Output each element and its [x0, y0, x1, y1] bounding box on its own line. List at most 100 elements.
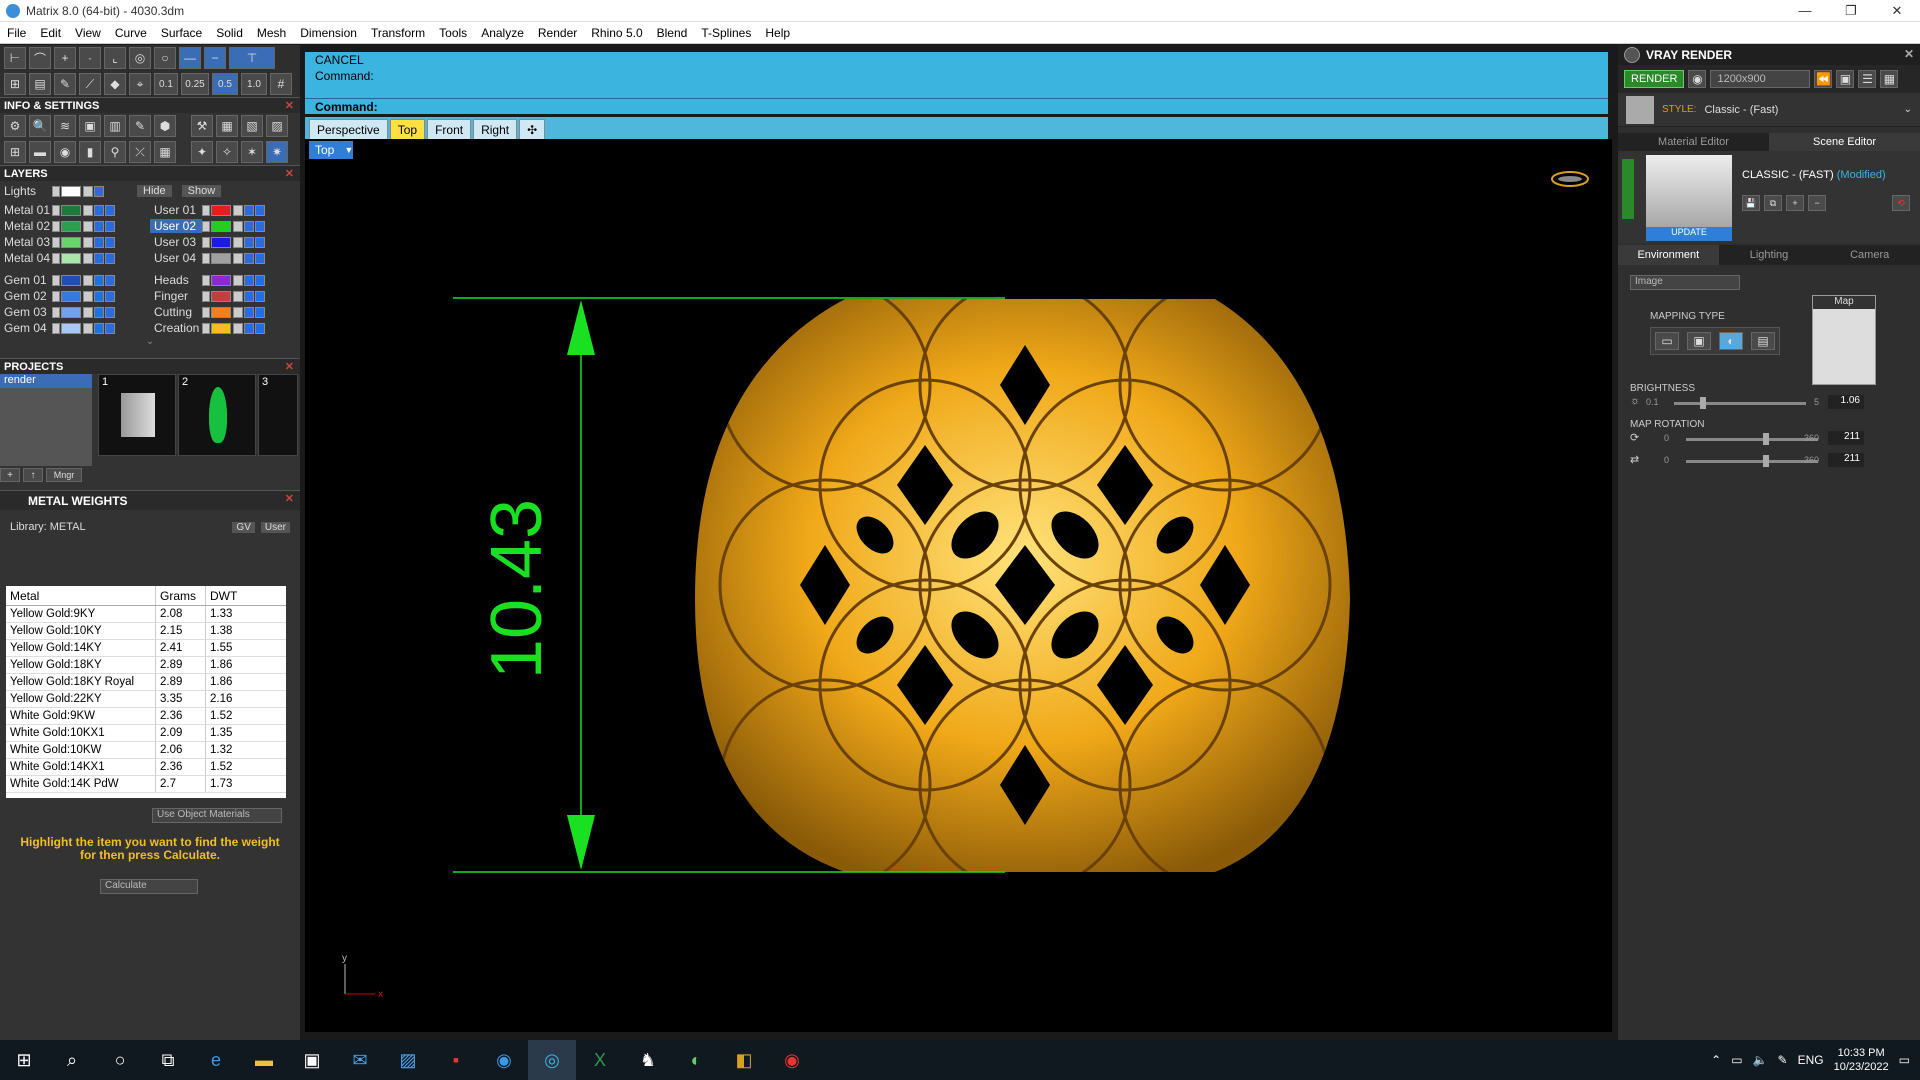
- layer-swatch[interactable]: [61, 204, 81, 216]
- table-row[interactable]: White Gold:10KX1 2.09 1.35: [6, 725, 286, 742]
- select-icon[interactable]: [105, 252, 115, 264]
- add-view-icon[interactable]: ✣: [519, 119, 546, 139]
- window-icon[interactable]: ▦: [1880, 70, 1899, 88]
- layer-swatch[interactable]: [211, 322, 231, 334]
- settings-gear-icon[interactable]: ⚙: [4, 115, 26, 137]
- lock-icon[interactable]: [83, 306, 93, 318]
- viewport-top[interactable]: Top ▼ 10.43 y x: [305, 139, 1612, 1032]
- arrow-icon[interactable]: [202, 236, 210, 248]
- mapping-cube-icon[interactable]: ▣: [1687, 332, 1711, 350]
- table-row[interactable]: Yellow Gold:22KY 3.35 2.16: [6, 691, 286, 708]
- menu-solid[interactable]: Solid: [209, 26, 250, 40]
- menu-tsplines[interactable]: T-Splines: [694, 26, 758, 40]
- chrome-icon[interactable]: ◉: [768, 1040, 816, 1080]
- layer-row[interactable]: Metal 02: [0, 218, 150, 234]
- close-icon[interactable]: ✕: [285, 492, 294, 505]
- resolution-dropdown[interactable]: 1200x900: [1710, 70, 1811, 88]
- layer-swatch[interactable]: [61, 322, 81, 334]
- select-icon[interactable]: [255, 306, 265, 318]
- file-explorer-icon[interactable]: ▬: [240, 1040, 288, 1080]
- expand-arrow-icon[interactable]: [1622, 159, 1634, 219]
- menu-help[interactable]: Help: [758, 26, 797, 40]
- tab-top[interactable]: Top: [389, 119, 426, 139]
- tool-icon-e[interactable]: ✦: [191, 141, 213, 163]
- table-row[interactable]: Yellow Gold:18KY 2.89 1.86: [6, 657, 286, 674]
- planar-icon[interactable]: −: [204, 47, 226, 69]
- lock-icon[interactable]: [233, 252, 243, 264]
- curve-snap-icon[interactable]: ⌒: [29, 47, 51, 69]
- layer-name[interactable]: Gem 04: [0, 321, 52, 335]
- view-cube-icon[interactable]: [1551, 171, 1589, 187]
- matrix-taskbar-icon[interactable]: ◎: [528, 1040, 576, 1080]
- grid-value-4[interactable]: 1.0: [241, 73, 267, 95]
- visibility-icon[interactable]: [94, 220, 104, 232]
- tab-perspective[interactable]: Perspective: [309, 119, 388, 139]
- layer-swatch[interactable]: [61, 252, 81, 264]
- arrow-icon[interactable]: [52, 306, 60, 318]
- visibility-icon[interactable]: [94, 274, 104, 286]
- up-icon[interactable]: ↑: [23, 468, 43, 482]
- select-icon[interactable]: [105, 322, 115, 334]
- table-row[interactable]: Yellow Gold:10KY 2.15 1.38: [6, 623, 286, 640]
- brightness-value[interactable]: 1.06: [1828, 395, 1864, 409]
- visibility-icon[interactable]: [244, 306, 254, 318]
- pin-icon[interactable]: ⌖: [129, 73, 151, 95]
- gem-icon[interactable]: ⬢: [154, 115, 176, 137]
- visibility-icon[interactable]: [244, 204, 254, 216]
- tab-lighting[interactable]: Lighting: [1719, 245, 1820, 265]
- edge-icon[interactable]: e: [192, 1040, 240, 1080]
- select-icon[interactable]: [255, 252, 265, 264]
- arrow-icon[interactable]: [52, 322, 60, 334]
- layer-row[interactable]: User 04: [150, 250, 295, 266]
- volume-icon[interactable]: 🔈: [1753, 1053, 1768, 1067]
- layer-row[interactable]: User 03: [150, 234, 295, 250]
- layer-name[interactable]: User 01: [150, 203, 202, 217]
- arrow-icon[interactable]: [52, 185, 60, 197]
- table-row[interactable]: Yellow Gold:18KY Royal 2.89 1.86: [6, 674, 286, 691]
- layer-row[interactable]: User 02: [150, 218, 295, 234]
- rewind-icon[interactable]: ⏪: [1814, 70, 1833, 88]
- app-green-icon[interactable]: ◐: [672, 1040, 720, 1080]
- list-icon[interactable]: ☰: [1858, 70, 1877, 88]
- app-red-icon[interactable]: ▪: [432, 1040, 480, 1080]
- grid-value-3[interactable]: 0.5: [212, 73, 238, 95]
- lock-icon[interactable]: [83, 185, 93, 197]
- arrow-icon[interactable]: [52, 236, 60, 248]
- lock-icon[interactable]: [233, 290, 243, 302]
- layer-swatch[interactable]: [211, 306, 231, 318]
- zoom-icon[interactable]: 🔍: [29, 115, 51, 137]
- lights-swatch[interactable]: [61, 185, 81, 197]
- ortho-icon[interactable]: —: [179, 47, 201, 69]
- measure-icon[interactable]: ⟋: [79, 73, 101, 95]
- arrow-icon[interactable]: [52, 290, 60, 302]
- visibility-icon[interactable]: [244, 274, 254, 286]
- layer-row[interactable]: Gem 02: [0, 288, 150, 304]
- grid-value-1[interactable]: 0.1: [154, 73, 178, 95]
- tool-icon-g[interactable]: ✶: [241, 141, 263, 163]
- layer-swatch[interactable]: [211, 204, 231, 216]
- select-icon[interactable]: [255, 322, 265, 334]
- select-icon[interactable]: [105, 236, 115, 248]
- project-thumb-1[interactable]: 1: [98, 374, 176, 456]
- lock-icon[interactable]: [83, 220, 93, 232]
- pen-icon[interactable]: ✎: [54, 73, 76, 95]
- layer-name[interactable]: Gem 02: [0, 289, 52, 303]
- lock-icon[interactable]: [233, 236, 243, 248]
- project-thumb-2[interactable]: 2: [178, 374, 256, 456]
- frame-icon[interactable]: ▣: [1836, 70, 1855, 88]
- network-icon[interactable]: ▭: [1731, 1053, 1742, 1067]
- cortana-icon[interactable]: ○: [96, 1040, 144, 1080]
- layer-row[interactable]: Gem 04: [0, 320, 150, 336]
- lock-icon[interactable]: [83, 204, 93, 216]
- layer-name[interactable]: Creation: [150, 321, 202, 335]
- grid-value-2[interactable]: 0.25: [181, 73, 209, 95]
- visibility-icon[interactable]: [94, 204, 104, 216]
- select-icon[interactable]: [105, 290, 115, 302]
- box-icon[interactable]: ▣: [79, 115, 101, 137]
- tool-icon-h[interactable]: ✷: [266, 141, 288, 163]
- language-indicator[interactable]: ENG: [1798, 1053, 1824, 1067]
- layer-swatch[interactable]: [61, 290, 81, 302]
- visibility-icon[interactable]: [244, 290, 254, 302]
- filter-icon[interactable]: ⚲: [104, 141, 126, 163]
- table-row[interactable]: Yellow Gold:9KY 2.08 1.33: [6, 606, 286, 623]
